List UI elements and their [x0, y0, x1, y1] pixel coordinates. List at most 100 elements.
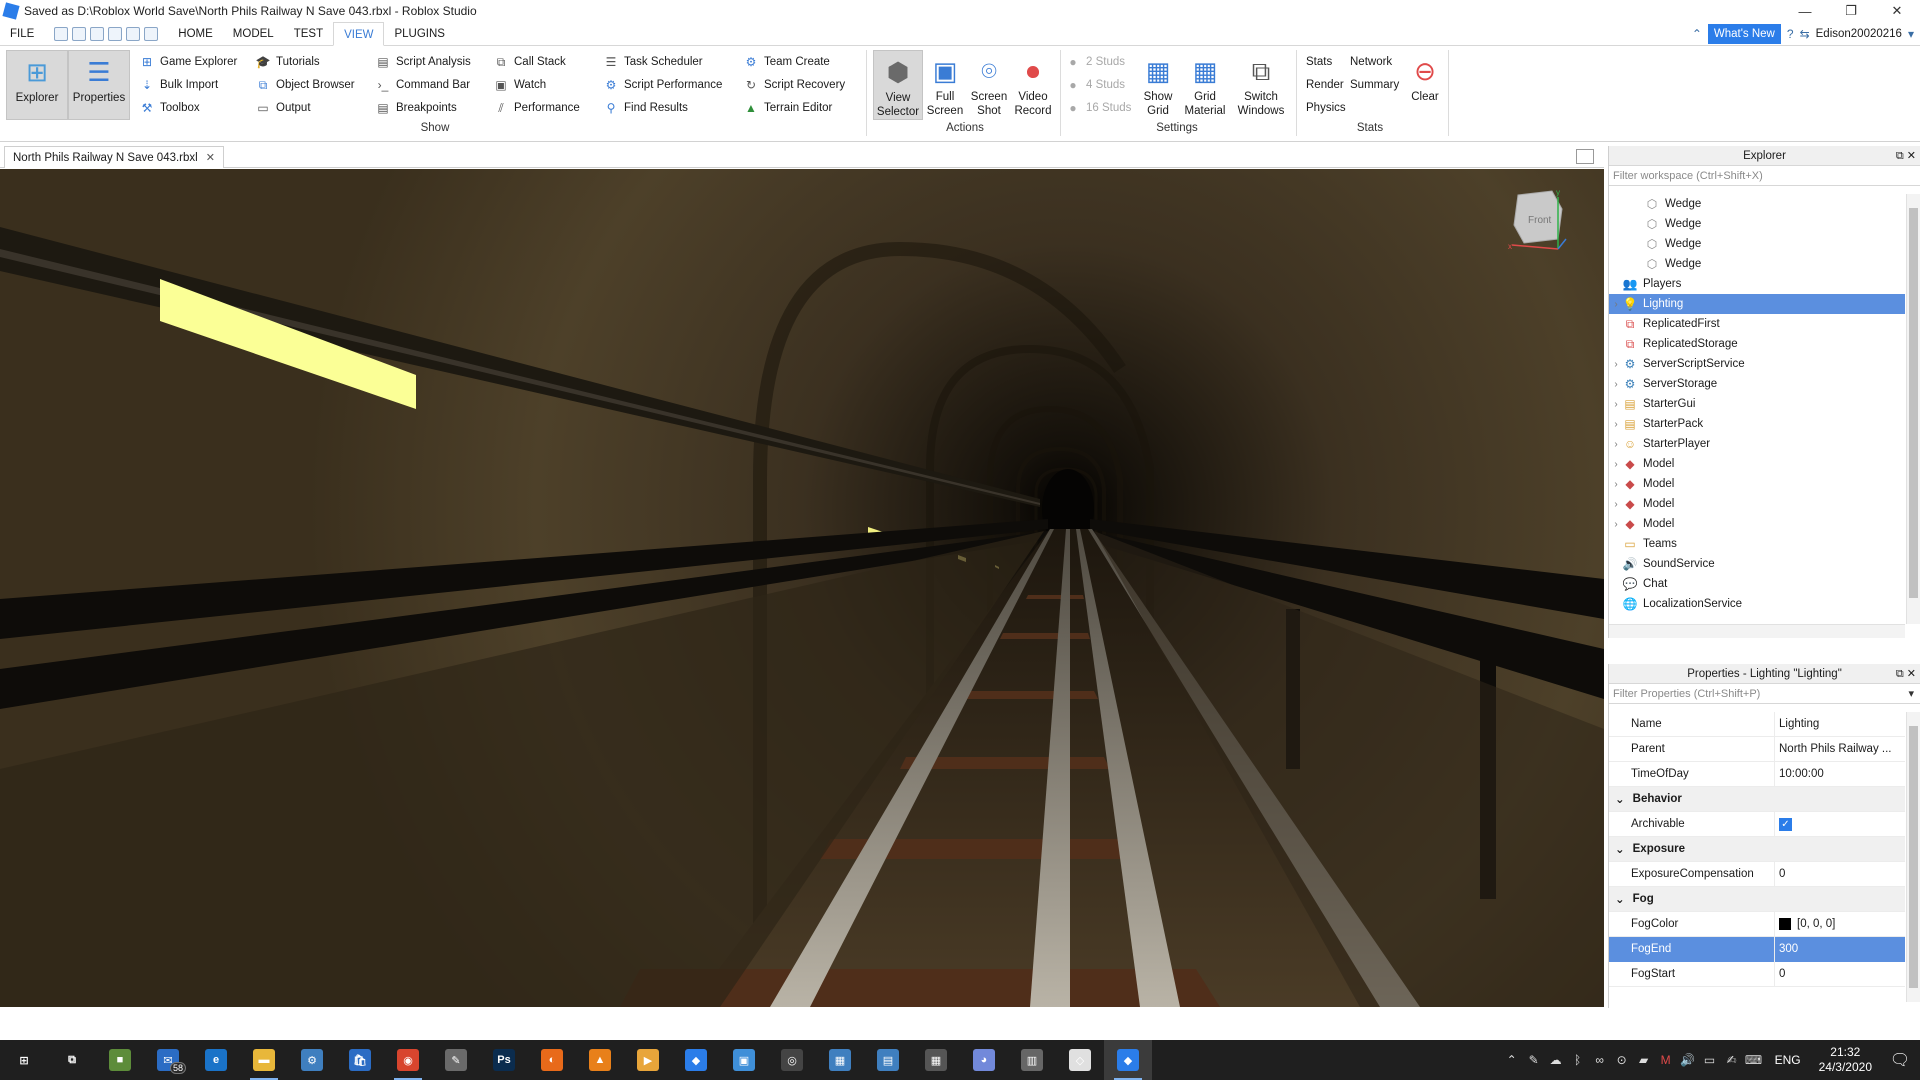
username[interactable]: Edison20020216 [1816, 28, 1902, 40]
summary-button[interactable]: Summary [1350, 75, 1399, 95]
taskbar-app[interactable]: ✎ [432, 1040, 480, 1080]
tab-test[interactable]: TEST [284, 22, 333, 46]
terrain-editor-button[interactable]: ▲ Terrain Editor [744, 98, 832, 118]
studs-2-option[interactable]: ● 2 Studs [1066, 52, 1125, 72]
full-screen-button[interactable]: ▣ Full Screen [922, 50, 968, 120]
expand-arrow-icon[interactable]: › [1609, 419, 1623, 430]
keyboard-icon[interactable]: ⌨ [1743, 1053, 1765, 1067]
explorer-item[interactable]: › ◆ Model [1609, 474, 1905, 494]
explorer-item[interactable]: › ▤ StarterGui [1609, 394, 1905, 414]
mcafee-icon[interactable]: M [1655, 1053, 1677, 1067]
property-value[interactable]: 300 [1774, 936, 1905, 962]
property-row[interactable]: Name Lighting [1609, 711, 1905, 737]
tab-view[interactable]: VIEW [333, 21, 385, 46]
toolbox-button[interactable]: ⚒ Toolbox [140, 98, 200, 118]
redo-icon[interactable] [90, 26, 105, 41]
taskbar-app[interactable]: e [192, 1040, 240, 1080]
publish-icon[interactable] [144, 26, 159, 41]
help-icon[interactable]: ? [1787, 27, 1794, 41]
taskbar-app[interactable]: ◕ [960, 1040, 1008, 1080]
studs-4-option[interactable]: ● 4 Studs [1066, 75, 1125, 95]
taskbar-app[interactable]: ▥ [1008, 1040, 1056, 1080]
explorer-scrollbar[interactable] [1906, 194, 1920, 624]
property-value[interactable]: 0 [1774, 961, 1905, 987]
explorer-item[interactable]: › 💡 Lighting [1609, 294, 1905, 314]
explorer-item[interactable]: › ⚙ ServerScriptService [1609, 354, 1905, 374]
property-value[interactable]: [0, 0, 0] [1774, 911, 1905, 937]
render-button[interactable]: Render [1306, 75, 1344, 95]
chevron-down-icon[interactable]: ▾ [1908, 27, 1914, 41]
tab-plugins[interactable]: PLUGINS [384, 22, 455, 46]
property-value[interactable]: Lighting [1774, 711, 1905, 737]
explorer-item[interactable]: ▭ Teams [1609, 534, 1905, 554]
property-row[interactable]: Archivable ✓ [1609, 811, 1905, 837]
explorer-item[interactable]: › ◆ Model [1609, 454, 1905, 474]
taskbar-app[interactable]: ◉ [384, 1040, 432, 1080]
minimize-button[interactable]: — [1782, 0, 1828, 22]
property-value[interactable]: ✓ [1774, 811, 1905, 837]
close-icon[interactable]: ✕ [1907, 668, 1916, 680]
panel-layout-icon[interactable] [1576, 149, 1594, 164]
taskbar-app[interactable]: 🛍 [336, 1040, 384, 1080]
bluetooth-icon[interactable]: ᛒ [1567, 1053, 1589, 1067]
script-recovery-button[interactable]: ↻ Script Recovery [744, 75, 845, 95]
taskbar-app[interactable]: ▦ [912, 1040, 960, 1080]
expand-arrow-icon[interactable]: › [1609, 479, 1623, 490]
expand-arrow-icon[interactable]: › [1609, 359, 1623, 370]
tutorials-button[interactable]: 🎓 Tutorials [256, 52, 320, 72]
taskbar-app[interactable]: ◎ [768, 1040, 816, 1080]
property-row[interactable]: FogColor [0, 0, 0] [1609, 911, 1905, 937]
taskbar-app[interactable]: ⊞ [0, 1040, 48, 1080]
property-row[interactable]: FogEnd 300 [1609, 936, 1905, 962]
properties-scroll-thumb[interactable] [1909, 726, 1918, 988]
explorer-item[interactable]: › ▤ StarterPack [1609, 414, 1905, 434]
video-record-button[interactable]: ⏺ Video Record [1010, 50, 1056, 120]
stop-icon[interactable] [126, 26, 141, 41]
property-row[interactable]: TimeOfDay 10:00:00 [1609, 761, 1905, 787]
expand-arrow-icon[interactable]: › [1609, 299, 1623, 310]
property-category[interactable]: ⌄ Fog [1609, 887, 1905, 912]
property-row[interactable]: FogStart 0 [1609, 961, 1905, 987]
taskbar-app[interactable]: ▦ [816, 1040, 864, 1080]
taskbar-app[interactable]: Ps [480, 1040, 528, 1080]
property-row[interactable]: ExposureCompensation 0 [1609, 861, 1905, 887]
close-button[interactable]: ✕ [1874, 0, 1920, 22]
tab-home[interactable]: HOME [168, 22, 223, 46]
object-browser-button[interactable]: ⧉ Object Browser [256, 75, 355, 95]
tray-pen-icon[interactable]: ✎ [1523, 1053, 1545, 1067]
share-icon[interactable]: ⇆ [1800, 27, 1810, 41]
view-selector-button[interactable]: ⬢ View Selector [873, 50, 923, 120]
link-icon[interactable]: ∞ [1589, 1053, 1611, 1067]
taskbar-app[interactable]: ▤ [864, 1040, 912, 1080]
checkbox-checked-icon[interactable]: ✓ [1779, 817, 1792, 831]
property-value[interactable]: 0 [1774, 861, 1905, 887]
properties-button[interactable]: ☰ Properties [68, 50, 130, 120]
chevron-down-icon[interactable]: ⌄ [1615, 892, 1625, 906]
script-analysis-button[interactable]: ▤ Script Analysis [376, 52, 470, 72]
explorer-scroll-thumb[interactable] [1909, 208, 1918, 598]
restore-button[interactable]: ❐ [1828, 0, 1874, 22]
physics-button[interactable]: Physics [1306, 98, 1346, 118]
notification-icon[interactable]: 🗨 [1880, 1050, 1920, 1070]
taskbar-app[interactable]: ◇ [1056, 1040, 1104, 1080]
3d-viewport[interactable]: Front y x [0, 169, 1604, 1007]
game-explorer-button[interactable]: ⊞ Game Explorer [140, 52, 237, 72]
command-bar-button[interactable]: ›_ Command Bar [376, 75, 470, 95]
explorer-item[interactable]: 👥 Players [1609, 274, 1905, 294]
explorer-item[interactable]: ⬡ Wedge [1609, 254, 1905, 274]
output-button[interactable]: ▭ Output [256, 98, 310, 118]
property-row[interactable]: Parent North Phils Railway ... [1609, 736, 1905, 762]
taskbar-app[interactable]: ▣ [720, 1040, 768, 1080]
play-icon[interactable] [108, 26, 123, 41]
taskbar-app[interactable]: ◐ [528, 1040, 576, 1080]
task-scheduler-button[interactable]: ☰ Task Scheduler [604, 52, 703, 72]
tab-model[interactable]: MODEL [223, 22, 284, 46]
expand-arrow-icon[interactable]: › [1609, 379, 1623, 390]
chevron-down-icon[interactable]: ▾ [1908, 684, 1914, 704]
property-category[interactable]: ⌄ Exposure [1609, 837, 1905, 862]
team-create-button[interactable]: ⚙ Team Create [744, 52, 830, 72]
explorer-item[interactable]: ⧉ ReplicatedStorage [1609, 334, 1905, 354]
pen-tray-icon[interactable]: ✍ [1721, 1053, 1743, 1067]
script-performance-button[interactable]: ⚙ Script Performance [604, 75, 723, 95]
explorer-item[interactable]: ⧉ ReplicatedFirst [1609, 314, 1905, 334]
